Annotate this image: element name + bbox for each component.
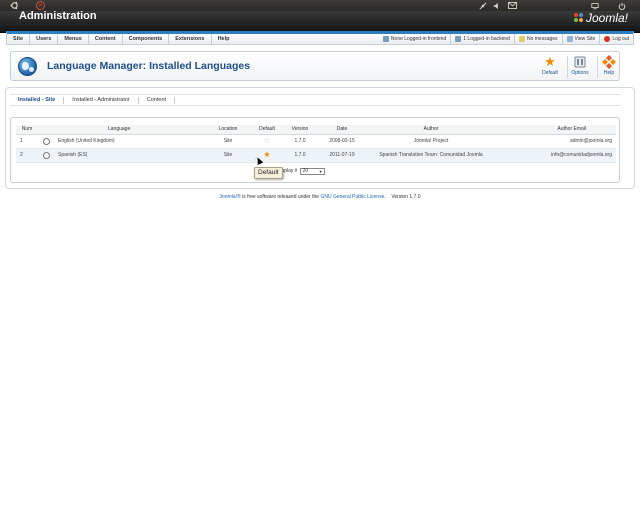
- help-button-label: Help: [603, 70, 615, 76]
- status-area: None Logged-in frontend 1 Logged-in back…: [379, 34, 633, 44]
- row-num: 2: [16, 148, 38, 163]
- column-author-email[interactable]: Author Email: [496, 125, 616, 135]
- table-row: 2 Spanish (ES) Site ★ 1.7.0 2011-07-19 S…: [16, 148, 616, 163]
- default-tooltip: Default: [254, 167, 283, 179]
- mail-icon: [518, 36, 525, 42]
- gpl-link[interactable]: GNU General Public License: [320, 194, 384, 200]
- display-count-select[interactable]: 20: [299, 167, 325, 175]
- main-menu-bar: Site Users Menus Content Components Exte…: [6, 31, 634, 45]
- row-author: Spanish Translation Team: Comunidad Joom…: [366, 148, 496, 163]
- row-radio[interactable]: [42, 137, 50, 145]
- users-icon: [382, 36, 389, 42]
- frontend-users-status: None Logged-in frontend: [379, 34, 450, 44]
- row-date: 2011-07-19: [318, 148, 366, 163]
- header-title: Administration: [19, 10, 97, 22]
- star-outline-icon[interactable]: ☆: [263, 136, 270, 145]
- footer-text: is free software released under the: [240, 194, 321, 200]
- menu-users[interactable]: Users: [30, 34, 59, 44]
- close-icon[interactable]: ✕: [36, 1, 45, 10]
- star-icon: ★: [544, 54, 556, 69]
- column-language[interactable]: Language: [54, 125, 204, 135]
- mail-icon[interactable]: [507, 0, 517, 11]
- menu-extensions[interactable]: Extensions: [169, 34, 212, 44]
- monitor-icon: [566, 36, 573, 42]
- column-author[interactable]: Author: [366, 125, 496, 135]
- table-header-row: Num Language Location Default Version Da…: [16, 125, 616, 135]
- row-version: 1.7.0: [282, 134, 318, 149]
- row-radio[interactable]: [42, 151, 50, 159]
- column-select: [38, 125, 54, 135]
- admin-header: Administration Joomla!: [0, 11, 640, 33]
- ubuntu-logo-icon[interactable]: [9, 0, 19, 11]
- view-site-link[interactable]: View Site: [561, 34, 600, 44]
- volume-icon[interactable]: [492, 0, 502, 11]
- logout-link[interactable]: Log out: [599, 34, 633, 44]
- row-email: admin@joomla.org: [496, 134, 616, 149]
- column-location[interactable]: Location: [204, 125, 252, 135]
- column-default[interactable]: Default: [252, 125, 282, 135]
- options-icon: [573, 55, 588, 69]
- footer-version: . Version 1.7.0: [384, 194, 421, 200]
- help-icon: [602, 55, 617, 69]
- logout-icon: [604, 36, 611, 42]
- options-button[interactable]: Options: [567, 55, 593, 79]
- tab-installed-administrator[interactable]: Installed - Administrator: [64, 96, 139, 104]
- joomla-logo-icon: [573, 13, 584, 23]
- languages-table: Num Language Location Default Version Da…: [16, 125, 616, 163]
- power-icon[interactable]: [617, 0, 627, 11]
- settings-icon[interactable]: [590, 0, 600, 11]
- column-version[interactable]: Version: [282, 125, 318, 135]
- footer: Joomla!® is free software released under…: [0, 194, 640, 200]
- tab-content[interactable]: Content: [139, 96, 176, 104]
- row-select[interactable]: [38, 148, 54, 163]
- row-location: Site: [204, 148, 252, 163]
- options-button-label: Options: [571, 70, 589, 76]
- globe-icon: [18, 57, 37, 76]
- joomla-link[interactable]: Joomla!®: [219, 194, 240, 200]
- joomla-logo: Joomla!: [573, 11, 628, 25]
- toolbar-box: Language Manager: Installed Languages ★ …: [10, 51, 620, 81]
- default-button[interactable]: ★ Default: [537, 55, 563, 79]
- menu-components[interactable]: Components: [123, 34, 170, 44]
- menu-site[interactable]: Site: [7, 34, 31, 44]
- row-language: English (United Kingdom): [54, 134, 204, 149]
- row-version: 1.7.0: [282, 148, 318, 163]
- row-email: info@comunidadjoomla.org: [496, 148, 616, 163]
- star-filled-icon[interactable]: ★: [263, 150, 270, 159]
- menu-help[interactable]: Help: [212, 34, 236, 44]
- page-title: Language Manager: Installed Languages: [47, 60, 251, 72]
- row-select[interactable]: [38, 134, 54, 149]
- row-date: 2008-03-15: [318, 134, 366, 149]
- menu-menus[interactable]: Menus: [58, 34, 89, 44]
- network-icon[interactable]: [478, 0, 488, 11]
- row-author: Joomla! Project: [366, 134, 496, 149]
- row-default[interactable]: ☆: [252, 134, 282, 149]
- row-language: Spanish (ES): [54, 148, 204, 163]
- column-date[interactable]: Date: [318, 125, 366, 135]
- table-row: 1 English (United Kingdom) Site ☆ 1.7.0 …: [16, 134, 616, 149]
- tab-installed-site[interactable]: Installed - Site: [10, 96, 65, 104]
- messages-status[interactable]: No messages: [513, 34, 562, 44]
- column-num[interactable]: Num: [16, 125, 38, 135]
- backend-users-status: 1 Logged-in backend: [450, 34, 514, 44]
- users-icon: [455, 36, 462, 42]
- pagination: Display # 20: [277, 167, 325, 175]
- language-tabs: Installed - Site Installed - Administrat…: [10, 94, 620, 106]
- joomla-logo-text: Joomla!: [585, 11, 628, 25]
- row-location: Site: [204, 134, 252, 149]
- row-num: 1: [16, 134, 38, 149]
- help-button[interactable]: Help: [596, 55, 622, 79]
- menu-content[interactable]: Content: [89, 34, 123, 44]
- default-button-label: Default: [542, 70, 558, 76]
